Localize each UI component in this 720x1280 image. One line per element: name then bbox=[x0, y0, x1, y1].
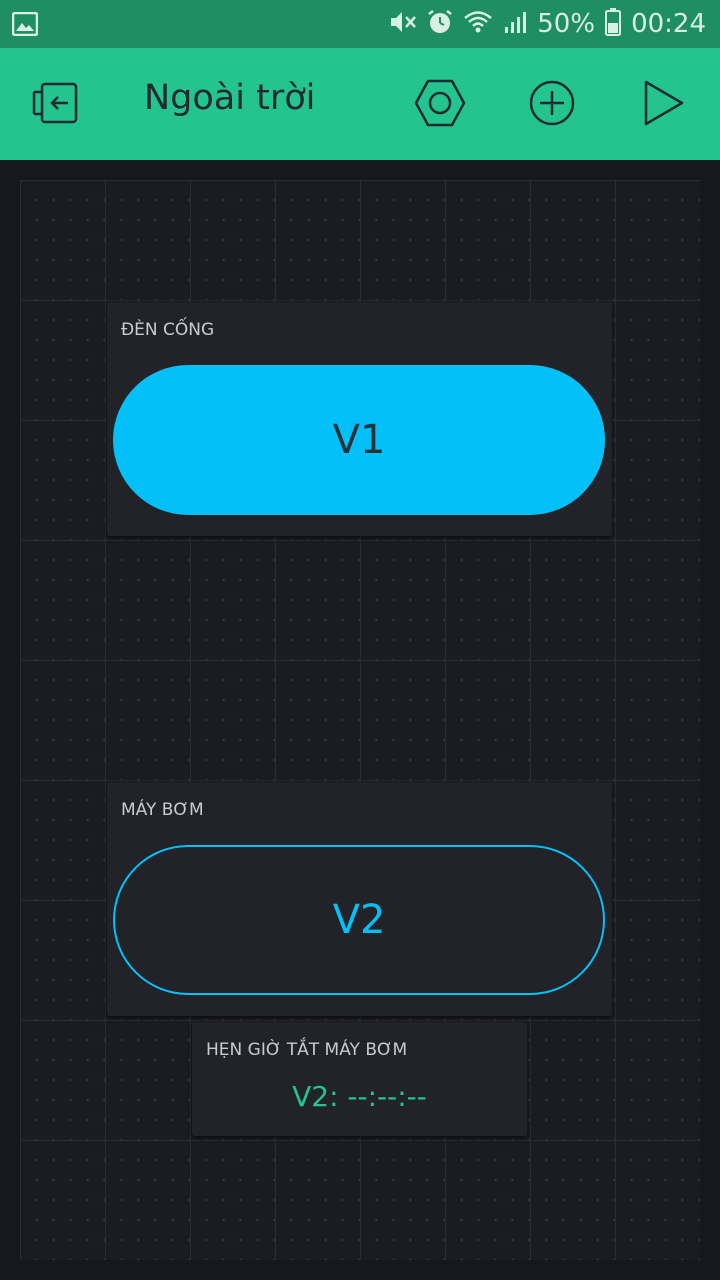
app-bar: Ngoài trời bbox=[0, 48, 720, 160]
wifi-icon bbox=[463, 9, 493, 39]
timer-value: V2: --:--:-- bbox=[292, 1080, 427, 1113]
den-cong-button-text: V1 bbox=[332, 417, 386, 463]
signal-icon bbox=[503, 9, 527, 39]
may-bom-button-text: V2 bbox=[332, 897, 386, 943]
clock: 00:24 bbox=[631, 9, 706, 39]
may-bom-widget: MÁY BƠM V2 bbox=[107, 782, 612, 1016]
den-cong-button[interactable]: V1 bbox=[113, 365, 605, 515]
exit-icon[interactable] bbox=[32, 78, 82, 132]
may-bom-label: MÁY BƠM bbox=[121, 800, 204, 820]
play-icon[interactable] bbox=[640, 78, 688, 132]
settings-icon[interactable] bbox=[414, 78, 466, 132]
timer-label: HẸN GIỜ TẮT MÁY BƠM bbox=[206, 1040, 408, 1060]
battery-icon bbox=[605, 8, 622, 40]
den-cong-widget: ĐÈN CỐNG V1 bbox=[107, 302, 612, 536]
battery-percent: 50% bbox=[537, 9, 596, 39]
add-icon[interactable] bbox=[527, 78, 577, 132]
image-icon bbox=[11, 11, 39, 40]
den-cong-label: ĐÈN CỐNG bbox=[121, 320, 215, 340]
alarm-icon bbox=[427, 9, 453, 39]
may-bom-button[interactable]: V2 bbox=[113, 845, 605, 995]
status-bar: 50% 00:24 bbox=[0, 0, 720, 48]
dashboard-canvas: ĐÈN CỐNG V1 MÁY BƠM V2 HẸN GIỜ TẮT MÁY B… bbox=[20, 180, 700, 1260]
page-title: Ngoài trời bbox=[144, 78, 316, 118]
timer-widget[interactable]: HẸN GIỜ TẮT MÁY BƠM V2: --:--:-- bbox=[192, 1022, 527, 1136]
mute-icon bbox=[389, 9, 417, 39]
